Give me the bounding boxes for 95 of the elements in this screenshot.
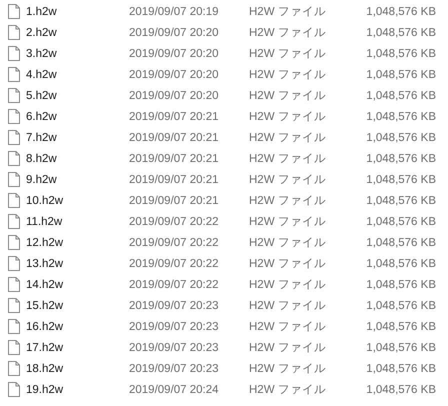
file-icon bbox=[8, 172, 20, 187]
file-type: H2W ファイル bbox=[249, 47, 326, 61]
modified-date: 2019/09/07 20:21 bbox=[129, 194, 219, 206]
file-name: 5.h2w bbox=[26, 90, 57, 102]
file-type: H2W ファイル bbox=[249, 341, 326, 355]
modified-date: 2019/09/07 20:20 bbox=[129, 90, 219, 102]
file-size: 1,048,576 KB bbox=[366, 258, 436, 270]
file-size: 1,048,576 KB bbox=[366, 300, 436, 312]
modified-date: 2019/09/07 20:22 bbox=[129, 216, 219, 228]
file-type: H2W ファイル bbox=[249, 320, 326, 334]
file-name: 16.h2w bbox=[26, 320, 64, 332]
file-type: H2W ファイル bbox=[249, 299, 326, 313]
file-size: 1,048,576 KB bbox=[366, 278, 436, 290]
modified-date: 2019/09/07 20:21 bbox=[129, 174, 219, 186]
file-size: 1,048,576 KB bbox=[366, 68, 436, 80]
file-size: 1,048,576 KB bbox=[366, 132, 436, 144]
file-name: 14.h2w bbox=[26, 278, 64, 290]
file-size: 1,048,576 KB bbox=[366, 362, 436, 374]
file-icon bbox=[8, 67, 20, 82]
modified-date: 2019/09/07 20:23 bbox=[129, 300, 219, 312]
file-name: 11.h2w bbox=[26, 216, 62, 228]
file-size: 1,048,576 KB bbox=[366, 110, 436, 122]
file-icon bbox=[8, 256, 20, 271]
file-icon bbox=[8, 151, 20, 166]
modified-date: 2019/09/07 20:22 bbox=[129, 236, 219, 248]
file-type: H2W ファイル bbox=[249, 26, 326, 40]
file-name: 9.h2w bbox=[26, 174, 57, 186]
modified-date: 2019/09/07 20:22 bbox=[129, 278, 219, 290]
file-icon bbox=[8, 361, 20, 376]
modified-date: 2019/09/07 20:23 bbox=[129, 362, 219, 374]
file-type: H2W ファイル bbox=[249, 362, 326, 376]
file-type: H2W ファイル bbox=[249, 257, 326, 271]
modified-date: 2019/09/07 20:24 bbox=[129, 384, 219, 396]
file-type: H2W ファイル bbox=[249, 236, 326, 250]
file-icon bbox=[8, 193, 20, 208]
file-icon bbox=[8, 4, 20, 19]
file-icon bbox=[8, 130, 20, 145]
file-icon bbox=[8, 235, 20, 250]
modified-date: 2019/09/07 20:23 bbox=[129, 342, 219, 354]
file-icon bbox=[8, 298, 20, 313]
file-size: 1,048,576 KB bbox=[366, 194, 436, 206]
file-icon bbox=[8, 382, 20, 397]
file-size: 1,048,576 KB bbox=[366, 320, 436, 332]
file-icon bbox=[8, 214, 20, 229]
file-name: 13.h2w bbox=[26, 258, 64, 270]
file-type: H2W ファイル bbox=[249, 131, 326, 145]
file-type: H2W ファイル bbox=[249, 383, 326, 397]
file-icon bbox=[8, 340, 20, 355]
file-size: 1,048,576 KB bbox=[366, 48, 436, 60]
file-type: H2W ファイル bbox=[249, 68, 326, 82]
file-size: 1,048,576 KB bbox=[366, 90, 436, 102]
file-type: H2W ファイル bbox=[249, 152, 326, 166]
file-name: 18.h2w bbox=[26, 362, 64, 374]
file-name: 6.h2w bbox=[26, 110, 57, 122]
file-icon bbox=[8, 25, 20, 40]
file-name: 15.h2w bbox=[26, 300, 64, 312]
file-icon bbox=[8, 319, 20, 334]
file-size: 1,048,576 KB bbox=[366, 216, 436, 228]
modified-date: 2019/09/07 20:23 bbox=[129, 320, 219, 332]
modified-date: 2019/09/07 20:20 bbox=[129, 68, 219, 80]
modified-date: 2019/09/07 20:21 bbox=[129, 152, 219, 164]
file-size: 1,048,576 KB bbox=[366, 236, 436, 248]
modified-date: 2019/09/07 20:20 bbox=[129, 26, 219, 38]
file-icon bbox=[8, 277, 20, 292]
file-name: 17.h2w bbox=[26, 342, 64, 354]
file-name: 1.h2w bbox=[26, 6, 57, 18]
file-icon bbox=[8, 88, 20, 103]
file-size: 1,048,576 KB bbox=[366, 174, 436, 186]
file-size: 1,048,576 KB bbox=[366, 384, 436, 396]
file-type: H2W ファイル bbox=[249, 110, 326, 124]
file-size: 1,048,576 KB bbox=[366, 342, 436, 354]
modified-date: 2019/09/07 20:21 bbox=[129, 110, 219, 122]
file-name: 2.h2w bbox=[26, 26, 57, 38]
file-name: 4.h2w bbox=[26, 68, 57, 80]
file-name: 7.h2w bbox=[26, 132, 57, 144]
modified-date: 2019/09/07 20:19 bbox=[129, 6, 219, 18]
file-type: H2W ファイル bbox=[249, 173, 326, 187]
file-name: 8.h2w bbox=[26, 152, 57, 164]
file-type: H2W ファイル bbox=[249, 89, 326, 103]
file-type: H2W ファイル bbox=[249, 194, 326, 208]
file-icon bbox=[8, 46, 20, 61]
file-size: 1,048,576 KB bbox=[366, 6, 436, 18]
modified-date: 2019/09/07 20:20 bbox=[129, 48, 219, 60]
file-type: H2W ファイル bbox=[249, 278, 326, 292]
file-type: H2W ファイル bbox=[249, 5, 326, 19]
modified-date: 2019/09/07 20:22 bbox=[129, 258, 219, 270]
file-name: 12.h2w bbox=[26, 236, 64, 248]
file-name: 10.h2w bbox=[26, 194, 64, 206]
file-type: H2W ファイル bbox=[249, 215, 326, 229]
file-size: 1,048,576 KB bbox=[366, 26, 436, 38]
file-size: 1,048,576 KB bbox=[366, 152, 436, 164]
file-name: 19.h2w bbox=[26, 384, 64, 396]
file-icon bbox=[8, 109, 20, 124]
modified-date: 2019/09/07 20:21 bbox=[129, 132, 219, 144]
file-name: 3.h2w bbox=[26, 48, 57, 60]
